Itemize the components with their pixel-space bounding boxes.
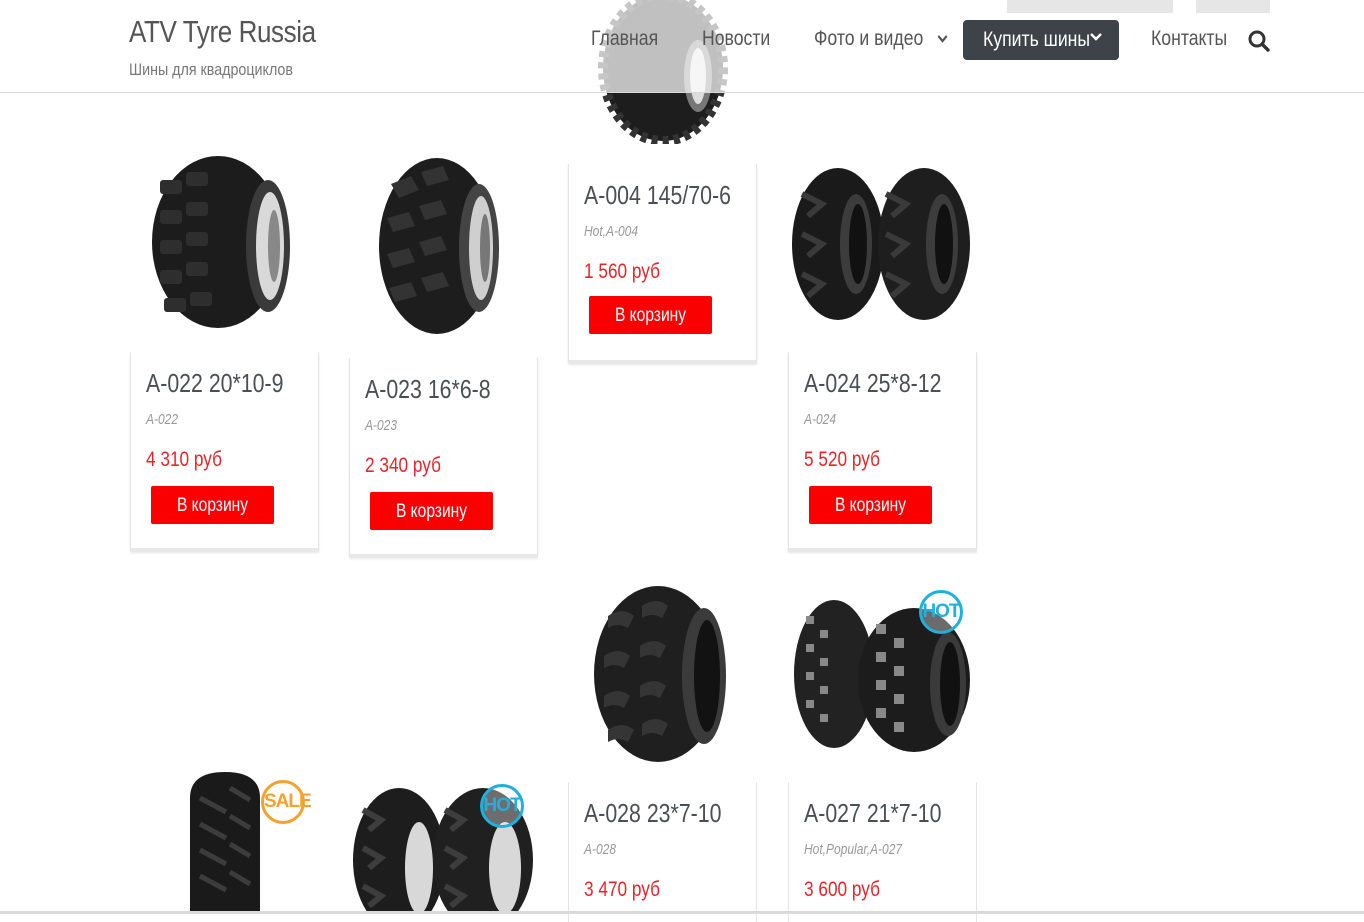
product-card-body: A-023 16*6-8 A-023 2 340 руб В корзину [349, 358, 538, 557]
product-tags[interactable]: A-022 [146, 411, 178, 428]
header-thumbnail-strip [1007, 0, 1173, 13]
product-card-a024: A-024 25*8-12 A-024 5 520 руб В корзину [788, 146, 977, 556]
nav-item-label: Фото и видео [814, 27, 924, 50]
sale-badge: SALE [261, 780, 312, 824]
product-card-body: A-027 21*7-10 Hot,Popular,A-027 3 600 ру… [788, 782, 977, 922]
product-price: 2 340 руб [365, 454, 441, 477]
add-to-cart-button[interactable]: В корзину [151, 486, 274, 524]
product-tags[interactable]: A-024 [804, 411, 836, 428]
nav-item-label: Купить шины [983, 28, 1091, 51]
nav-item-news[interactable]: Новости [702, 27, 770, 51]
product-name[interactable]: A-023 16*6-8 [365, 374, 491, 405]
product-price: 1 560 руб [584, 260, 660, 283]
product-card-a028: A-028 23*7-10 A-028 3 470 руб [568, 576, 757, 922]
product-name[interactable]: A-024 25*8-12 [804, 368, 942, 399]
product-image-a024[interactable] [788, 164, 976, 324]
nav-item-photo-video[interactable]: Фото и видео [814, 27, 948, 51]
product-name[interactable]: A-022 20*10-9 [146, 368, 284, 399]
product-card-body: A-022 20*10-9 A-022 4 310 руб В корзину [130, 352, 319, 551]
nav-item-contacts[interactable]: Контакты [1151, 27, 1227, 51]
product-price: 5 520 руб [804, 448, 880, 471]
product-price: 4 310 руб [146, 448, 222, 471]
product-card-a023: A-023 16*6-8 A-023 2 340 руб В корзину [349, 152, 538, 562]
product-image-a022[interactable] [140, 150, 310, 336]
site-header: ATV Tyre Russia Шины для квадроциклов Гл… [0, 0, 1364, 93]
product-image-a023[interactable] [375, 154, 515, 338]
hot-badge: HOT [919, 590, 963, 634]
product-card-partial-sale: SALE [130, 768, 318, 914]
header-thumbnail-strip [1196, 0, 1270, 13]
product-image-a028[interactable] [590, 580, 740, 766]
product-price: 3 470 руб [584, 878, 660, 901]
product-tags[interactable]: A-028 [584, 841, 616, 858]
product-tags[interactable]: A-023 [365, 417, 397, 434]
product-card-body: A-004 145/70-6 Hot,A-004 1 560 руб В кор… [568, 164, 757, 363]
product-name[interactable]: A-027 21*7-10 [804, 798, 942, 829]
product-name[interactable]: A-028 23*7-10 [584, 798, 722, 829]
product-card-a027: HOT A-027 21*7-10 Hot,Popular,A-027 3 60… [788, 576, 977, 922]
product-card-a022: A-022 20*10-9 A-022 4 310 руб В корзину [130, 146, 319, 556]
site-tagline: Шины для квадроциклов [129, 60, 293, 79]
nav-item-buy-tyres[interactable]: Купить шины [963, 20, 1119, 60]
product-tags[interactable]: Hot,Popular,A-027 [804, 841, 902, 858]
add-to-cart-button[interactable]: В корзину [370, 492, 493, 530]
site-title[interactable]: ATV Tyre Russia [129, 14, 316, 50]
nav-item-label: Новости [702, 27, 771, 50]
chevron-down-icon [937, 35, 948, 44]
product-name[interactable]: A-004 145/70-6 [584, 180, 731, 211]
product-card-body: A-024 25*8-12 A-024 5 520 руб В корзину [788, 352, 977, 551]
nav-item-home[interactable]: Главная [591, 27, 658, 51]
nav-item-label: Главная [591, 27, 659, 50]
product-price: 3 600 руб [804, 878, 880, 901]
add-to-cart-button[interactable]: В корзину [809, 486, 932, 524]
nav-item-label: Контакты [1151, 27, 1228, 50]
product-card-partial-hot: HOT [349, 768, 537, 914]
search-icon[interactable] [1247, 29, 1271, 53]
chevron-down-icon [1090, 33, 1102, 41]
hot-badge: HOT [480, 784, 524, 828]
add-to-cart-button[interactable]: В корзину [589, 296, 712, 334]
product-tags[interactable]: Hot,A-004 [584, 223, 638, 240]
product-card-body: A-028 23*7-10 A-028 3 470 руб [568, 782, 757, 922]
